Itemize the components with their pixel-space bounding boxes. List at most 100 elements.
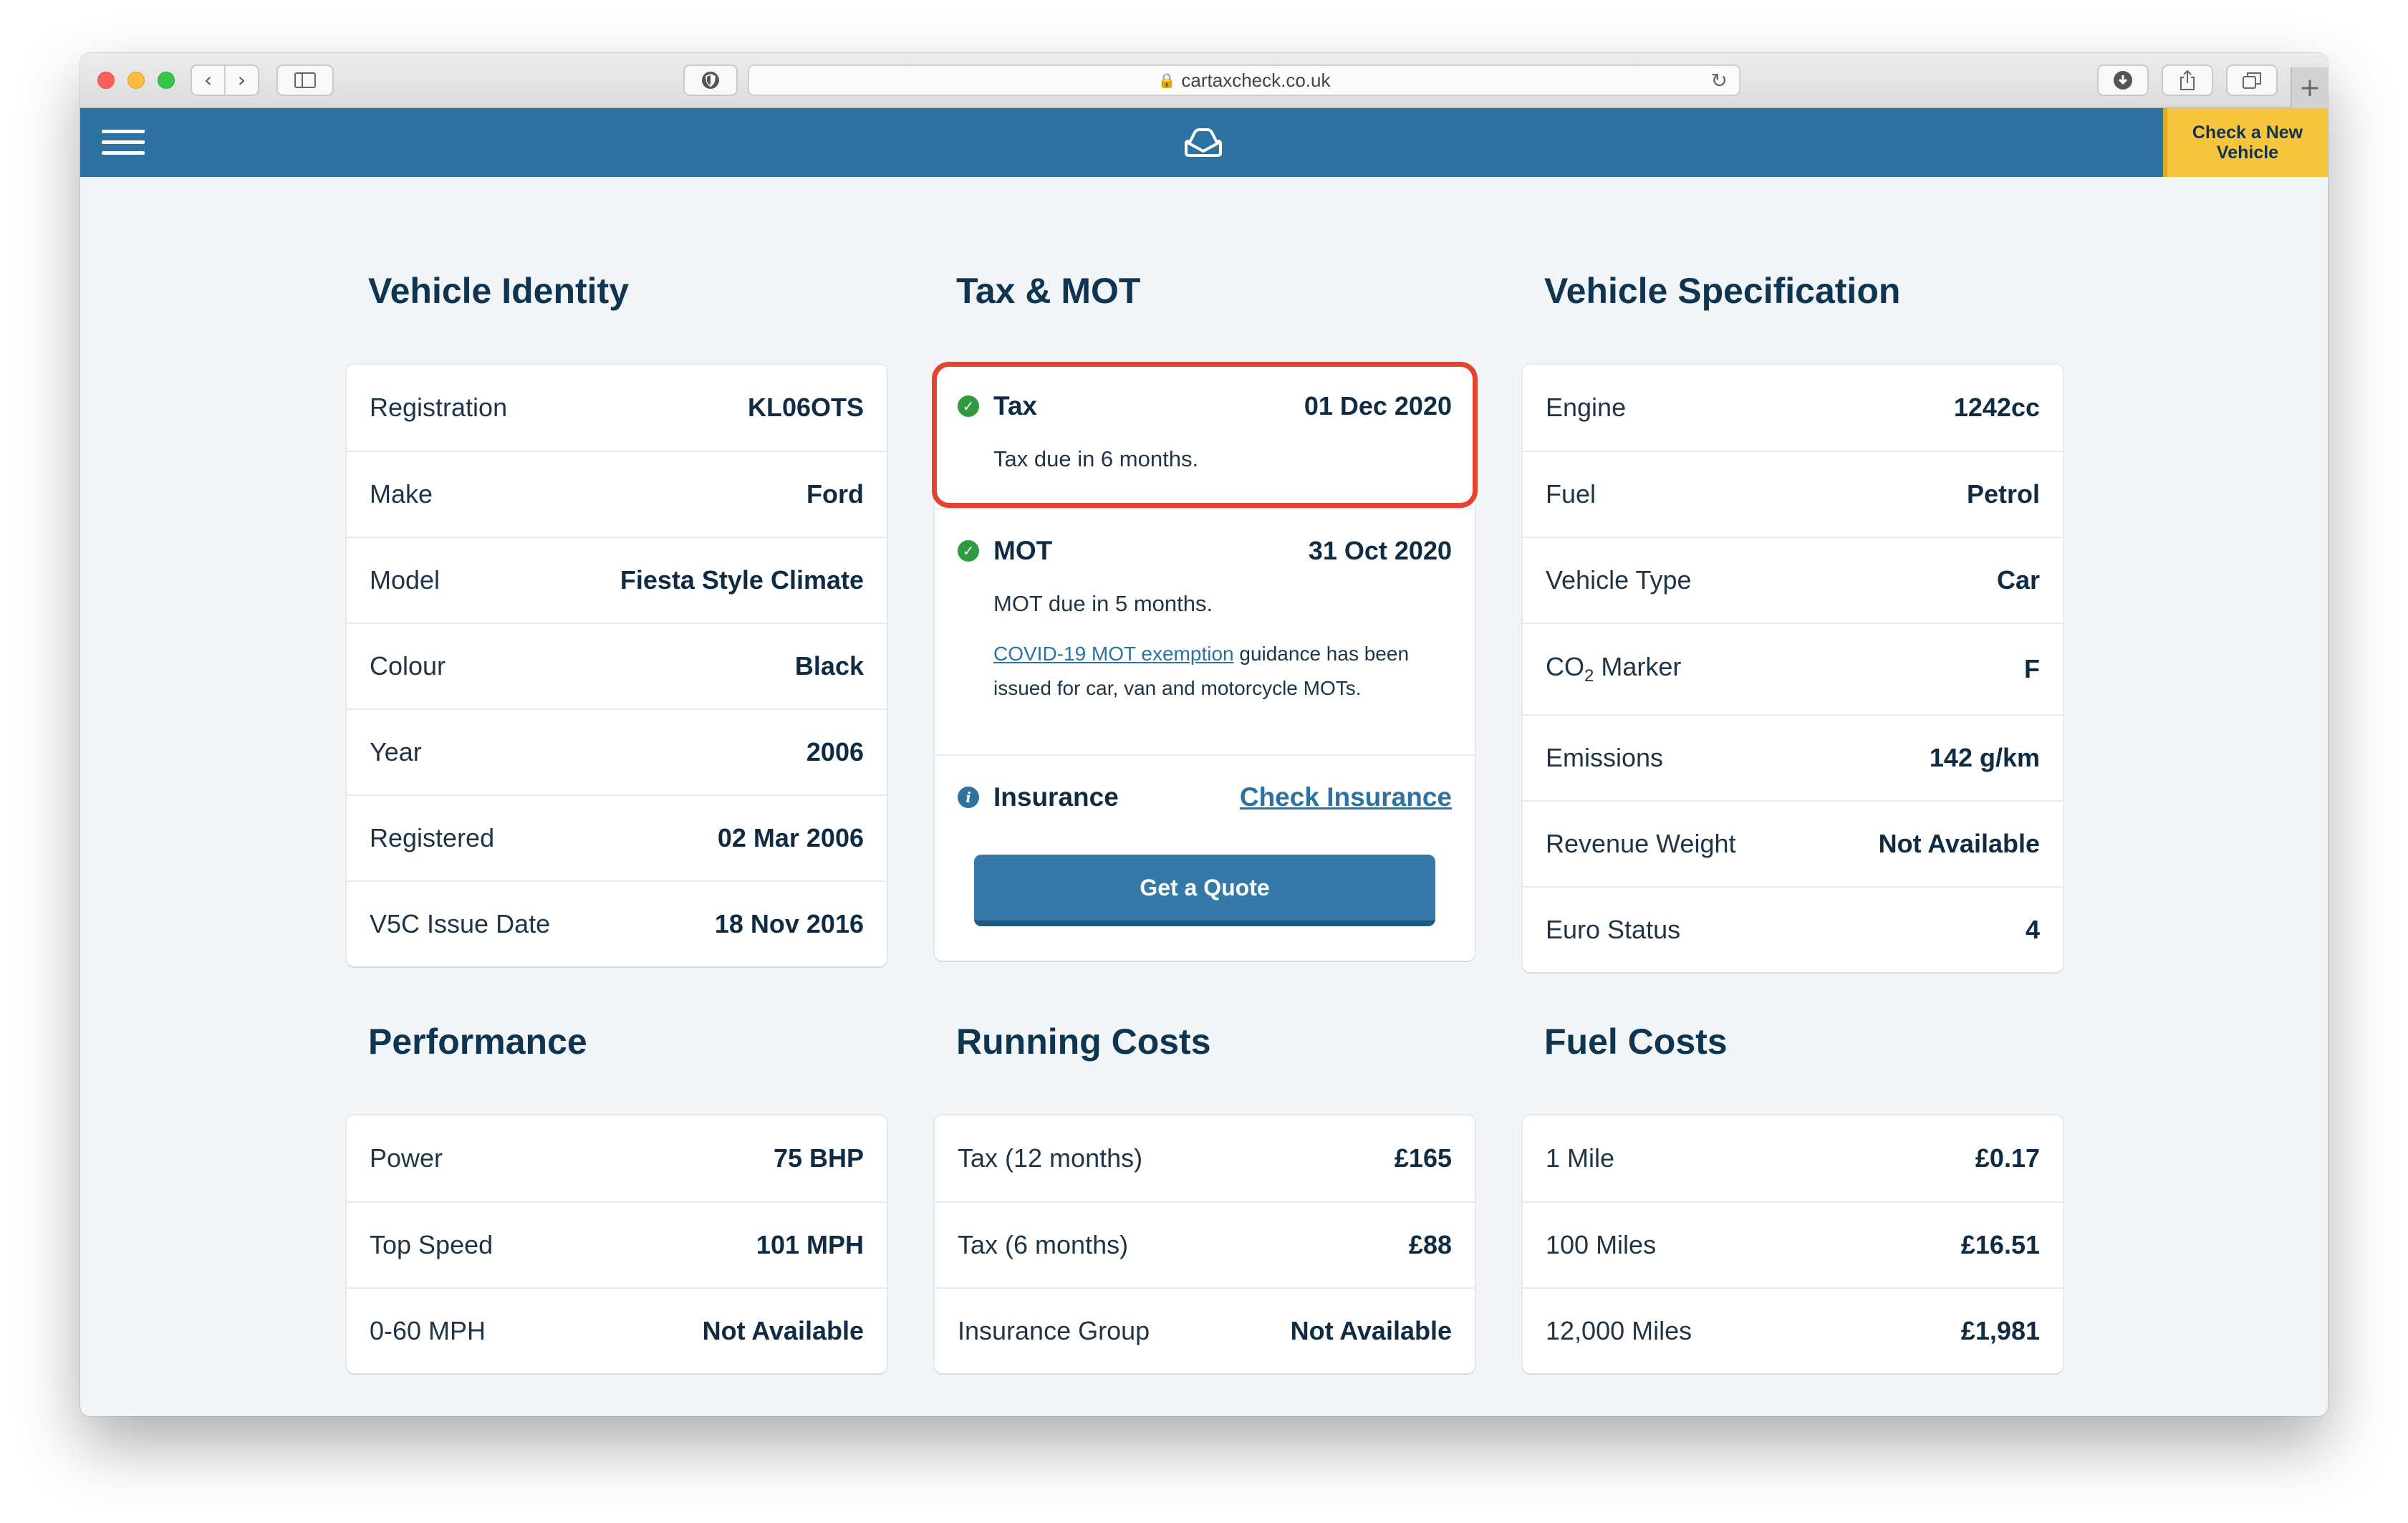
- reload-icon[interactable]: ↻: [1711, 69, 1728, 92]
- row-label: Power: [370, 1143, 443, 1173]
- table-row: Emissions 142 g/km: [1523, 714, 2063, 800]
- table-row: Model Fiesta Style Climate: [347, 537, 887, 623]
- row-label: Top Speed: [370, 1230, 493, 1259]
- vehicle-report: Vehicle Identity Registration KL06OTS Mak…: [80, 177, 2328, 1416]
- mot-status: ✓ MOT 31 Oct 2020 MOT due in 5 months. CO…: [935, 508, 1475, 754]
- share-icon: [2180, 69, 2195, 90]
- row-label: Year: [370, 737, 422, 767]
- forward-button[interactable]: ›: [224, 66, 258, 95]
- minimize-window-button[interactable]: [127, 72, 145, 89]
- fuel-costs-card: 1 Mile £0.17 100 Miles £16.51 12,000 Miles…: [1523, 1115, 2063, 1373]
- site-header: Check a New Vehicle: [80, 108, 2328, 177]
- section-title: Fuel Costs: [1544, 1022, 1728, 1062]
- row-value: Fiesta Style Climate: [620, 565, 864, 595]
- tax-note: Tax due in 6 months.: [993, 446, 1199, 471]
- tax-date: 01 Dec 2020: [1304, 391, 1452, 421]
- car-logo-icon[interactable]: [1183, 125, 1223, 160]
- table-row: Insurance Group Not Available: [935, 1287, 1475, 1373]
- row-label: V5C Issue Date: [370, 909, 551, 938]
- tax-status: ✓ Tax 01 Dec 2020 Tax due in 6 months.: [935, 365, 1475, 508]
- table-row: Fuel Petrol: [1523, 451, 2063, 537]
- row-value: £88: [1408, 1230, 1452, 1259]
- tax-header: ✓ Tax 01 Dec 2020: [958, 386, 1452, 426]
- zoom-window-button[interactable]: [158, 72, 175, 89]
- row-label: CO2 Marker: [1546, 652, 1681, 686]
- row-label: Emissions: [1546, 743, 1664, 772]
- table-row: Engine 1242cc: [1523, 365, 2063, 451]
- row-value: Not Available: [1290, 1316, 1452, 1345]
- download-icon: [2114, 71, 2132, 90]
- browser-toolbar: ‹ › 🔒 cartaxcheck.co.uk ↻ +: [80, 53, 2328, 108]
- row-label: Insurance Group: [958, 1316, 1150, 1345]
- running-costs-card: Tax (12 months) £165 Tax (6 months) £88 In…: [935, 1115, 1475, 1373]
- section-title: Tax & MOT: [956, 271, 1141, 311]
- row-value: £16.51: [1960, 1230, 2040, 1259]
- row-value: 142 g/km: [1929, 743, 2040, 772]
- table-row: Year 2006: [347, 708, 887, 794]
- check-new-vehicle-button[interactable]: Check a New Vehicle: [2163, 108, 2328, 177]
- new-tab-button[interactable]: +: [2291, 67, 2328, 108]
- table-row: Registration KL06OTS: [347, 365, 887, 451]
- menu-icon[interactable]: [102, 130, 145, 155]
- vehicle-spec-card: Engine 1242cc Fuel Petrol Vehicle Type Car …: [1523, 365, 2063, 972]
- sidebar-toggle-button[interactable]: [276, 64, 334, 96]
- sidebar-icon: [294, 72, 316, 88]
- table-row: 12,000 Miles £1,981: [1523, 1287, 2063, 1373]
- row-label: Engine: [1546, 393, 1627, 422]
- row-label: Tax (6 months): [958, 1230, 1129, 1259]
- address-bar[interactable]: 🔒 cartaxcheck.co.uk ↻: [748, 64, 1740, 96]
- table-row: 1 Mile £0.17: [1523, 1115, 2063, 1201]
- row-value: Not Available: [702, 1316, 864, 1345]
- row-label: Make: [370, 479, 433, 509]
- url-text: cartaxcheck.co.uk: [1181, 69, 1331, 91]
- row-label: Euro Status: [1546, 915, 1681, 944]
- row-label: Registration: [370, 393, 508, 422]
- row-label: 12,000 Miles: [1546, 1316, 1692, 1345]
- back-button[interactable]: ‹: [192, 66, 224, 95]
- row-label: Registered: [370, 823, 495, 852]
- co2-text: CO: [1546, 652, 1584, 681]
- tax-mot-card: ✓ Tax 01 Dec 2020 Tax due in 6 months. ✓ M…: [932, 362, 1478, 961]
- lock-icon: 🔒: [1157, 72, 1176, 89]
- covid-exemption-link[interactable]: COVID-19 MOT exemption: [993, 643, 1234, 665]
- table-row: Registered 02 Mar 2006: [347, 794, 887, 880]
- row-value: 02 Mar 2006: [717, 823, 864, 852]
- info-icon: i: [958, 787, 979, 808]
- row-label: Fuel: [1546, 479, 1596, 509]
- check-insurance-link[interactable]: Check Insurance: [1240, 782, 1452, 812]
- row-value: Petrol: [1966, 479, 2040, 509]
- row-value: Car: [1996, 565, 2040, 595]
- table-row: Colour Black: [347, 623, 887, 708]
- row-label: Colour: [370, 651, 446, 681]
- tabs-icon: [2243, 72, 2261, 89]
- table-row: Vehicle Type Car: [1523, 537, 2063, 623]
- mot-label: MOT: [993, 536, 1053, 565]
- row-value: 4: [2025, 915, 2040, 944]
- privacy-report-button[interactable]: [683, 64, 738, 96]
- row-label: 0-60 MPH: [370, 1316, 486, 1345]
- row-value: 2006: [806, 737, 864, 767]
- insurance-block: i Insurance Check Insurance Get a Quote: [935, 754, 1475, 961]
- downloads-button[interactable]: [2097, 64, 2149, 96]
- table-row: Make Ford: [347, 451, 887, 537]
- close-window-button[interactable]: [97, 72, 115, 89]
- section-title: Vehicle Specification: [1544, 271, 1901, 311]
- table-row: V5C Issue Date 18 Nov 2016: [347, 880, 887, 966]
- mot-header: ✓ MOT 31 Oct 2020: [958, 531, 1452, 571]
- row-label: 100 Miles: [1546, 1230, 1657, 1259]
- insurance-header: i Insurance Check Insurance: [958, 777, 1452, 817]
- row-value: 1242cc: [1953, 393, 2040, 422]
- share-button[interactable]: [2162, 64, 2213, 96]
- get-quote-button[interactable]: Get a Quote: [974, 855, 1435, 926]
- co2-subscript: 2: [1584, 666, 1594, 686]
- marker-text: Marker: [1594, 652, 1682, 681]
- row-label: Tax (12 months): [958, 1143, 1143, 1173]
- browser-window: ‹ › 🔒 cartaxcheck.co.uk ↻ + Check a New …: [80, 53, 2328, 1416]
- row-label: Vehicle Type: [1546, 565, 1692, 595]
- performance-card: Power 75 BHP Top Speed 101 MPH 0-60 MPH Not…: [347, 1115, 887, 1373]
- show-tabs-button[interactable]: [2226, 64, 2278, 96]
- row-label: 1 Mile: [1546, 1143, 1615, 1173]
- section-title: Performance: [368, 1022, 587, 1062]
- check-circle-icon: ✓: [958, 540, 979, 562]
- table-row: 0-60 MPH Not Available: [347, 1287, 887, 1373]
